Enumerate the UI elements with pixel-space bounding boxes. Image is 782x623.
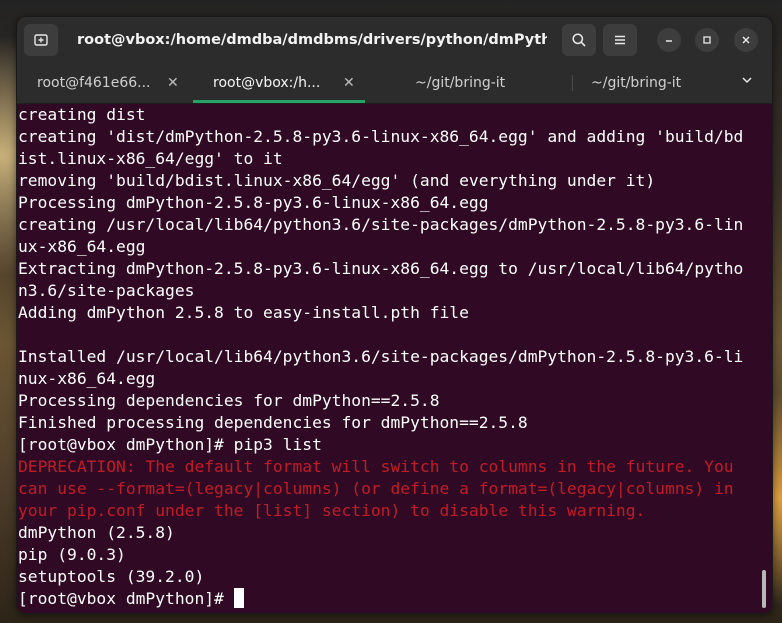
close-button[interactable] (734, 28, 758, 52)
terminal-scrollbar[interactable] (762, 570, 766, 608)
minimize-icon (666, 40, 672, 42)
terminal-line: removing 'build/bdist.linux-x86_64/egg' … (18, 171, 656, 190)
terminal-line: setuptools (39.2.0) (18, 567, 205, 586)
terminal-line: creating 'dist/dmPython-2.5.8-py3.6-linu… (18, 127, 744, 146)
tab-bar: root@f461e66... ✕ root@vbox:/h... ✕ ~/gi… (17, 63, 772, 104)
maximize-icon (703, 36, 711, 44)
search-icon (572, 33, 586, 47)
search-button[interactable] (562, 24, 596, 56)
terminal-line: n3.6/site-packages (18, 281, 195, 300)
text-cursor (233, 588, 244, 608)
tab-label: root@f461e66... (37, 75, 151, 91)
terminal-line: Processing dmPython-2.5.8-py3.6-linux-x8… (18, 193, 489, 212)
tab-close-icon[interactable]: ✕ (343, 75, 355, 91)
terminal-line: pip (9.0.3) (18, 545, 126, 564)
active-tab-indicator (193, 100, 365, 103)
tab-root-vbox[interactable]: root@vbox:/h... ✕ (213, 63, 363, 103)
tab-list-dropdown-button[interactable] (741, 74, 753, 90)
terminal-line: Finished processing dependencies for dmP… (18, 413, 528, 432)
tab-git-bring-it-2[interactable]: ~/git/bring-it (591, 63, 731, 103)
maximize-button[interactable] (695, 28, 719, 52)
terminal-line: Adding dmPython 2.5.8 to easy-install.pt… (18, 303, 469, 322)
new-tab-button[interactable] (24, 24, 58, 56)
terminal-prompt-line[interactable]: [root@vbox dmPython]# (18, 588, 758, 610)
terminal-line: [root@vbox dmPython]# pip3 list (18, 435, 322, 454)
menu-button[interactable] (603, 24, 637, 56)
close-icon (742, 36, 750, 44)
terminal-window: root@vbox:/home/dmdba/dmdbms/drivers/pyt… (16, 16, 773, 614)
window-title: root@vbox:/home/dmdba/dmdbms/drivers/pyt… (77, 32, 547, 48)
tab-label: root@vbox:/h... (213, 75, 321, 91)
terminal-warning-line: your pip.conf under the [list] section) … (18, 501, 646, 520)
tab-divider (572, 75, 573, 91)
terminal-line: dmPython (2.5.8) (18, 523, 175, 542)
tab-git-bring-it-1[interactable]: ~/git/bring-it (415, 63, 565, 103)
terminal-line: Processing dependencies for dmPython==2.… (18, 391, 440, 410)
minimize-button[interactable] (657, 28, 681, 52)
title-bar: root@vbox:/home/dmdba/dmdbms/drivers/pyt… (17, 17, 772, 63)
tab-root-f461e66[interactable]: root@f461e66... ✕ (37, 63, 187, 103)
tab-label: ~/git/bring-it (415, 75, 506, 91)
chevron-down-icon (742, 77, 752, 84)
tab-label: ~/git/bring-it (591, 75, 682, 91)
tab-close-icon[interactable]: ✕ (167, 75, 179, 91)
terminal-line: creating dist (18, 105, 146, 124)
terminal-warning-line: can use --format=(legacy|columns) (or de… (18, 479, 734, 498)
terminal-line: nux-x86_64.egg (18, 369, 156, 388)
terminal-line: ist.linux-x86_64/egg' to it (18, 149, 283, 168)
hamburger-menu-icon (615, 35, 625, 45)
terminal-line: ux-x86_64.egg (18, 237, 146, 256)
new-tab-icon (34, 34, 48, 46)
terminal-line: Extracting dmPython-2.5.8-py3.6-linux-x8… (18, 259, 744, 278)
terminal-line: creating /usr/local/lib64/python3.6/site… (18, 215, 744, 234)
prompt-text: [root@vbox dmPython]# (18, 589, 234, 608)
terminal-output[interactable]: creating dist creating 'dist/dmPython-2.5… (17, 104, 758, 613)
terminal-line: Installed /usr/local/lib64/python3.6/sit… (18, 347, 744, 366)
terminal-warning-line: DEPRECATION: The default format will swi… (18, 457, 734, 476)
